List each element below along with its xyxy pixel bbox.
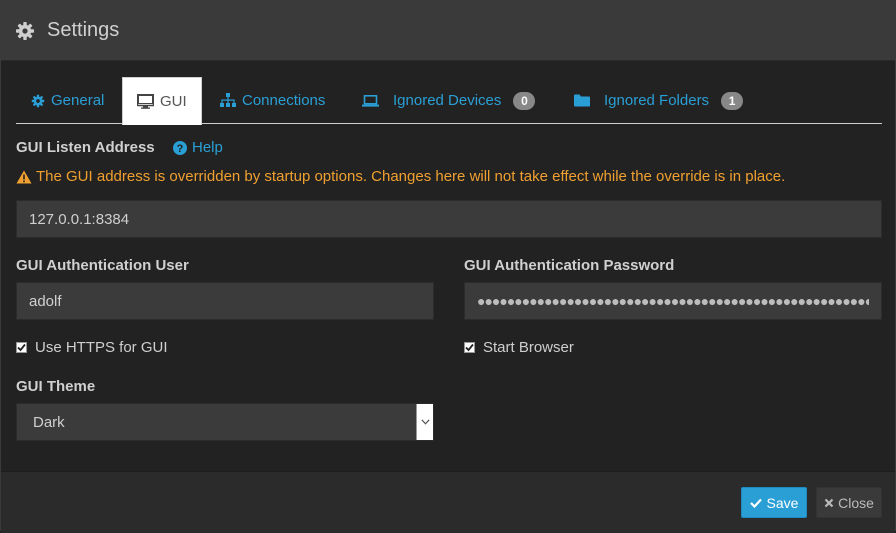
close-label: Close: [838, 494, 874, 511]
checkmark-icon: [464, 342, 475, 353]
ignored-devices-badge: 0: [513, 91, 536, 110]
listen-address-label: GUI Listen Address: [16, 139, 155, 156]
tab-ignored-devices[interactable]: Ignored Devices 0: [362, 77, 536, 124]
tab-connections[interactable]: Connections: [220, 77, 325, 124]
gui-theme-select[interactable]: Dark: [16, 403, 434, 441]
checkmark-icon: [16, 342, 27, 353]
check-icon: [749, 498, 762, 508]
desktop-icon: [137, 94, 154, 109]
chevron-down-icon: [416, 404, 433, 440]
help-label: Help: [192, 139, 223, 156]
gui-theme-label: GUI Theme: [16, 378, 96, 395]
start-browser-checkbox[interactable]: Start Browser: [464, 339, 574, 356]
sitemap-icon: [220, 93, 236, 108]
warning-icon: [16, 170, 32, 184]
auth-password-input[interactable]: ●●●●●●●●●●●●●●●●●●●●●●●●●●●●●●●●●●●●●●●●…: [464, 282, 882, 320]
ignored-folders-badge: 1: [721, 91, 744, 110]
settings-dialog: Settings General GUI Connections Ignored…: [0, 0, 896, 533]
override-warning: The GUI address is overridden by startup…: [16, 168, 785, 185]
folder-icon: [574, 94, 590, 107]
use-https-checkbox[interactable]: Use HTTPS for GUI: [16, 339, 168, 356]
tab-label: Ignored Folders: [604, 92, 710, 109]
tab-label: Ignored Devices: [393, 92, 502, 109]
listen-address-value: 127.0.0.1:8384: [29, 210, 130, 228]
gear-icon: [31, 94, 45, 108]
gear-icon: [15, 21, 35, 41]
help-link[interactable]: ? Help: [173, 139, 223, 156]
auth-user-input[interactable]: adolf: [16, 282, 434, 320]
laptop-icon: [362, 94, 379, 107]
dialog-title: Settings: [47, 19, 120, 41]
dialog-header: Settings: [1, 1, 895, 61]
tab-ignored-folders[interactable]: Ignored Folders 1: [574, 77, 744, 124]
save-label: Save: [766, 494, 799, 511]
listen-address-input[interactable]: 127.0.0.1:8384: [16, 200, 882, 238]
tab-label: Connections: [242, 92, 326, 109]
auth-password-label: GUI Authentication Password: [464, 257, 675, 274]
tab-gui[interactable]: GUI: [122, 77, 202, 125]
dialog-footer: Save Close: [1, 471, 895, 533]
save-button[interactable]: Save: [741, 487, 807, 518]
settings-tabs: General GUI Connections Ignored Devices …: [16, 77, 882, 125]
start-browser-label: Start Browser: [483, 339, 574, 356]
close-icon: [824, 498, 834, 508]
gui-theme-value: Dark: [33, 413, 65, 431]
use-https-label: Use HTTPS for GUI: [35, 339, 168, 356]
svg-text:?: ?: [177, 143, 184, 155]
tab-label: GUI: [160, 93, 187, 110]
warning-text: The GUI address is overridden by startup…: [36, 168, 786, 185]
tab-general[interactable]: General: [31, 77, 104, 124]
auth-user-label: GUI Authentication User: [16, 257, 189, 274]
dialog-body: General GUI Connections Ignored Devices …: [1, 61, 895, 471]
tab-label: General: [51, 92, 105, 109]
close-button[interactable]: Close: [816, 487, 882, 518]
auth-password-value: ●●●●●●●●●●●●●●●●●●●●●●●●●●●●●●●●●●●●●●●●…: [477, 293, 869, 309]
auth-user-value: adolf: [29, 292, 62, 310]
question-circle-icon: ?: [173, 140, 187, 155]
